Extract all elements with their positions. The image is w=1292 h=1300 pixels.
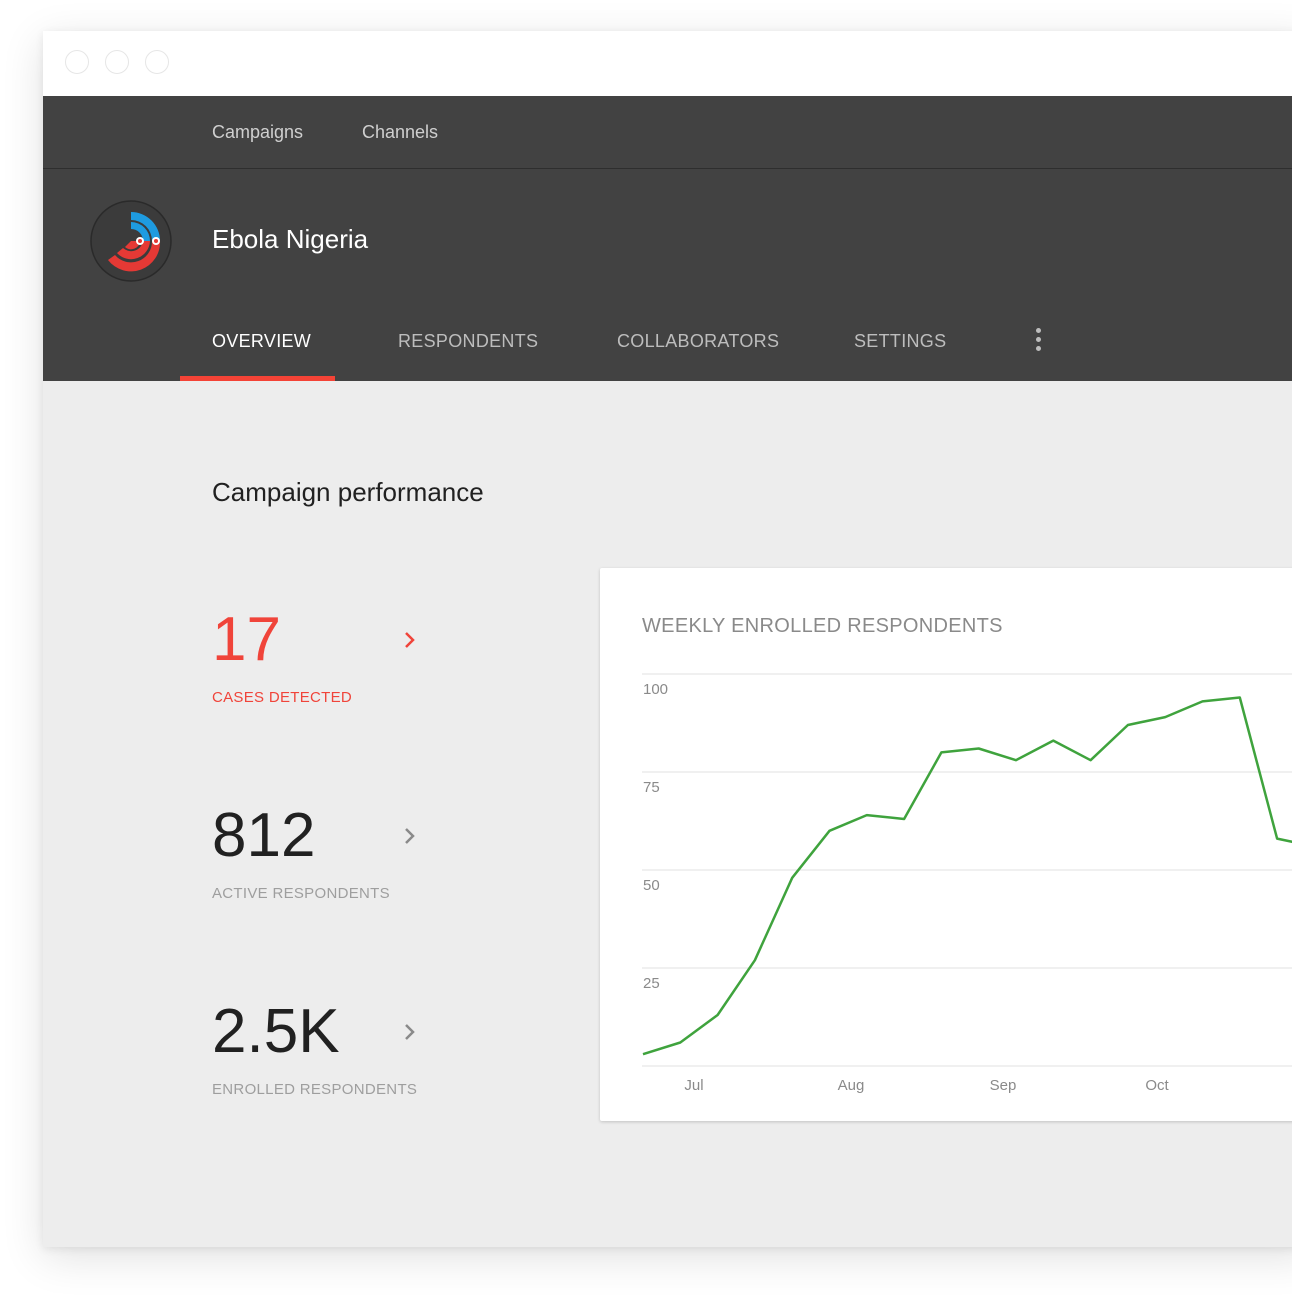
more-vert-icon[interactable] xyxy=(1031,328,1047,354)
stat-label: CASES DETECTED xyxy=(212,689,353,706)
nav-channels-link[interactable]: Channels xyxy=(362,122,438,143)
window-maximize-button[interactable] xyxy=(145,50,169,74)
window-close-button[interactable] xyxy=(65,50,89,74)
y-tick-label: 75 xyxy=(643,779,660,796)
window-titlebar xyxy=(43,31,1292,96)
tab-collaborators[interactable]: COLLABORATORS xyxy=(617,331,779,352)
series-line xyxy=(642,696,1292,1056)
window-minimize-button[interactable] xyxy=(105,50,129,74)
campaign-header: Ebola Nigeria OVERVIEW RESPONDENTS COLLA… xyxy=(43,169,1292,381)
stat-value: 812 xyxy=(212,801,316,870)
tab-settings[interactable]: SETTINGS xyxy=(854,331,946,352)
tab-respondents[interactable]: RESPONDENTS xyxy=(398,331,538,352)
chevron-right-icon[interactable] xyxy=(402,826,418,846)
y-tick-label: 100 xyxy=(643,681,668,698)
active-tab-indicator xyxy=(180,376,335,381)
x-tick-label: Sep xyxy=(990,1077,1017,1094)
top-navigation: Campaigns Channels xyxy=(43,96,1292,169)
stat-value: 2.5K xyxy=(212,997,340,1066)
stat-enrolled-respondents[interactable]: 2.5K ENROLLED RESPONDENTS xyxy=(212,997,452,1107)
tab-overview[interactable]: OVERVIEW xyxy=(212,331,311,352)
stat-value: 17 xyxy=(212,605,281,674)
campaign-logo-icon xyxy=(90,200,172,282)
x-tick-label: Aug xyxy=(838,1077,865,1094)
y-tick-label: 25 xyxy=(643,975,660,992)
x-tick-label: Oct xyxy=(1145,1077,1169,1094)
x-tick-label: Jul xyxy=(684,1077,703,1094)
stat-label: ACTIVE RESPONDENTS xyxy=(212,885,390,902)
chevron-right-icon[interactable] xyxy=(402,630,418,650)
chevron-right-icon[interactable] xyxy=(402,1022,418,1042)
page-title: Ebola Nigeria xyxy=(212,224,369,254)
browser-window: Campaigns Channels Ebola Nigeria OVERVIE… xyxy=(43,31,1292,1247)
section-title: Campaign performance xyxy=(212,477,484,507)
stat-label: ENROLLED RESPONDENTS xyxy=(212,1081,418,1098)
y-tick-label: 50 xyxy=(643,877,660,894)
weekly-enrolled-chart: 100 75 50 25 Jul Aug Sep Oct xyxy=(642,673,1292,1094)
chart-card: WEEKLY ENROLLED RESPONDENTS 100 75 50 25 Jul… xyxy=(600,568,1292,1121)
stat-cases-detected[interactable]: 17 CASES DETECTED xyxy=(212,605,452,715)
nav-campaigns-link[interactable]: Campaigns xyxy=(212,122,303,143)
stat-active-respondents[interactable]: 812 ACTIVE RESPONDENTS xyxy=(212,801,452,911)
